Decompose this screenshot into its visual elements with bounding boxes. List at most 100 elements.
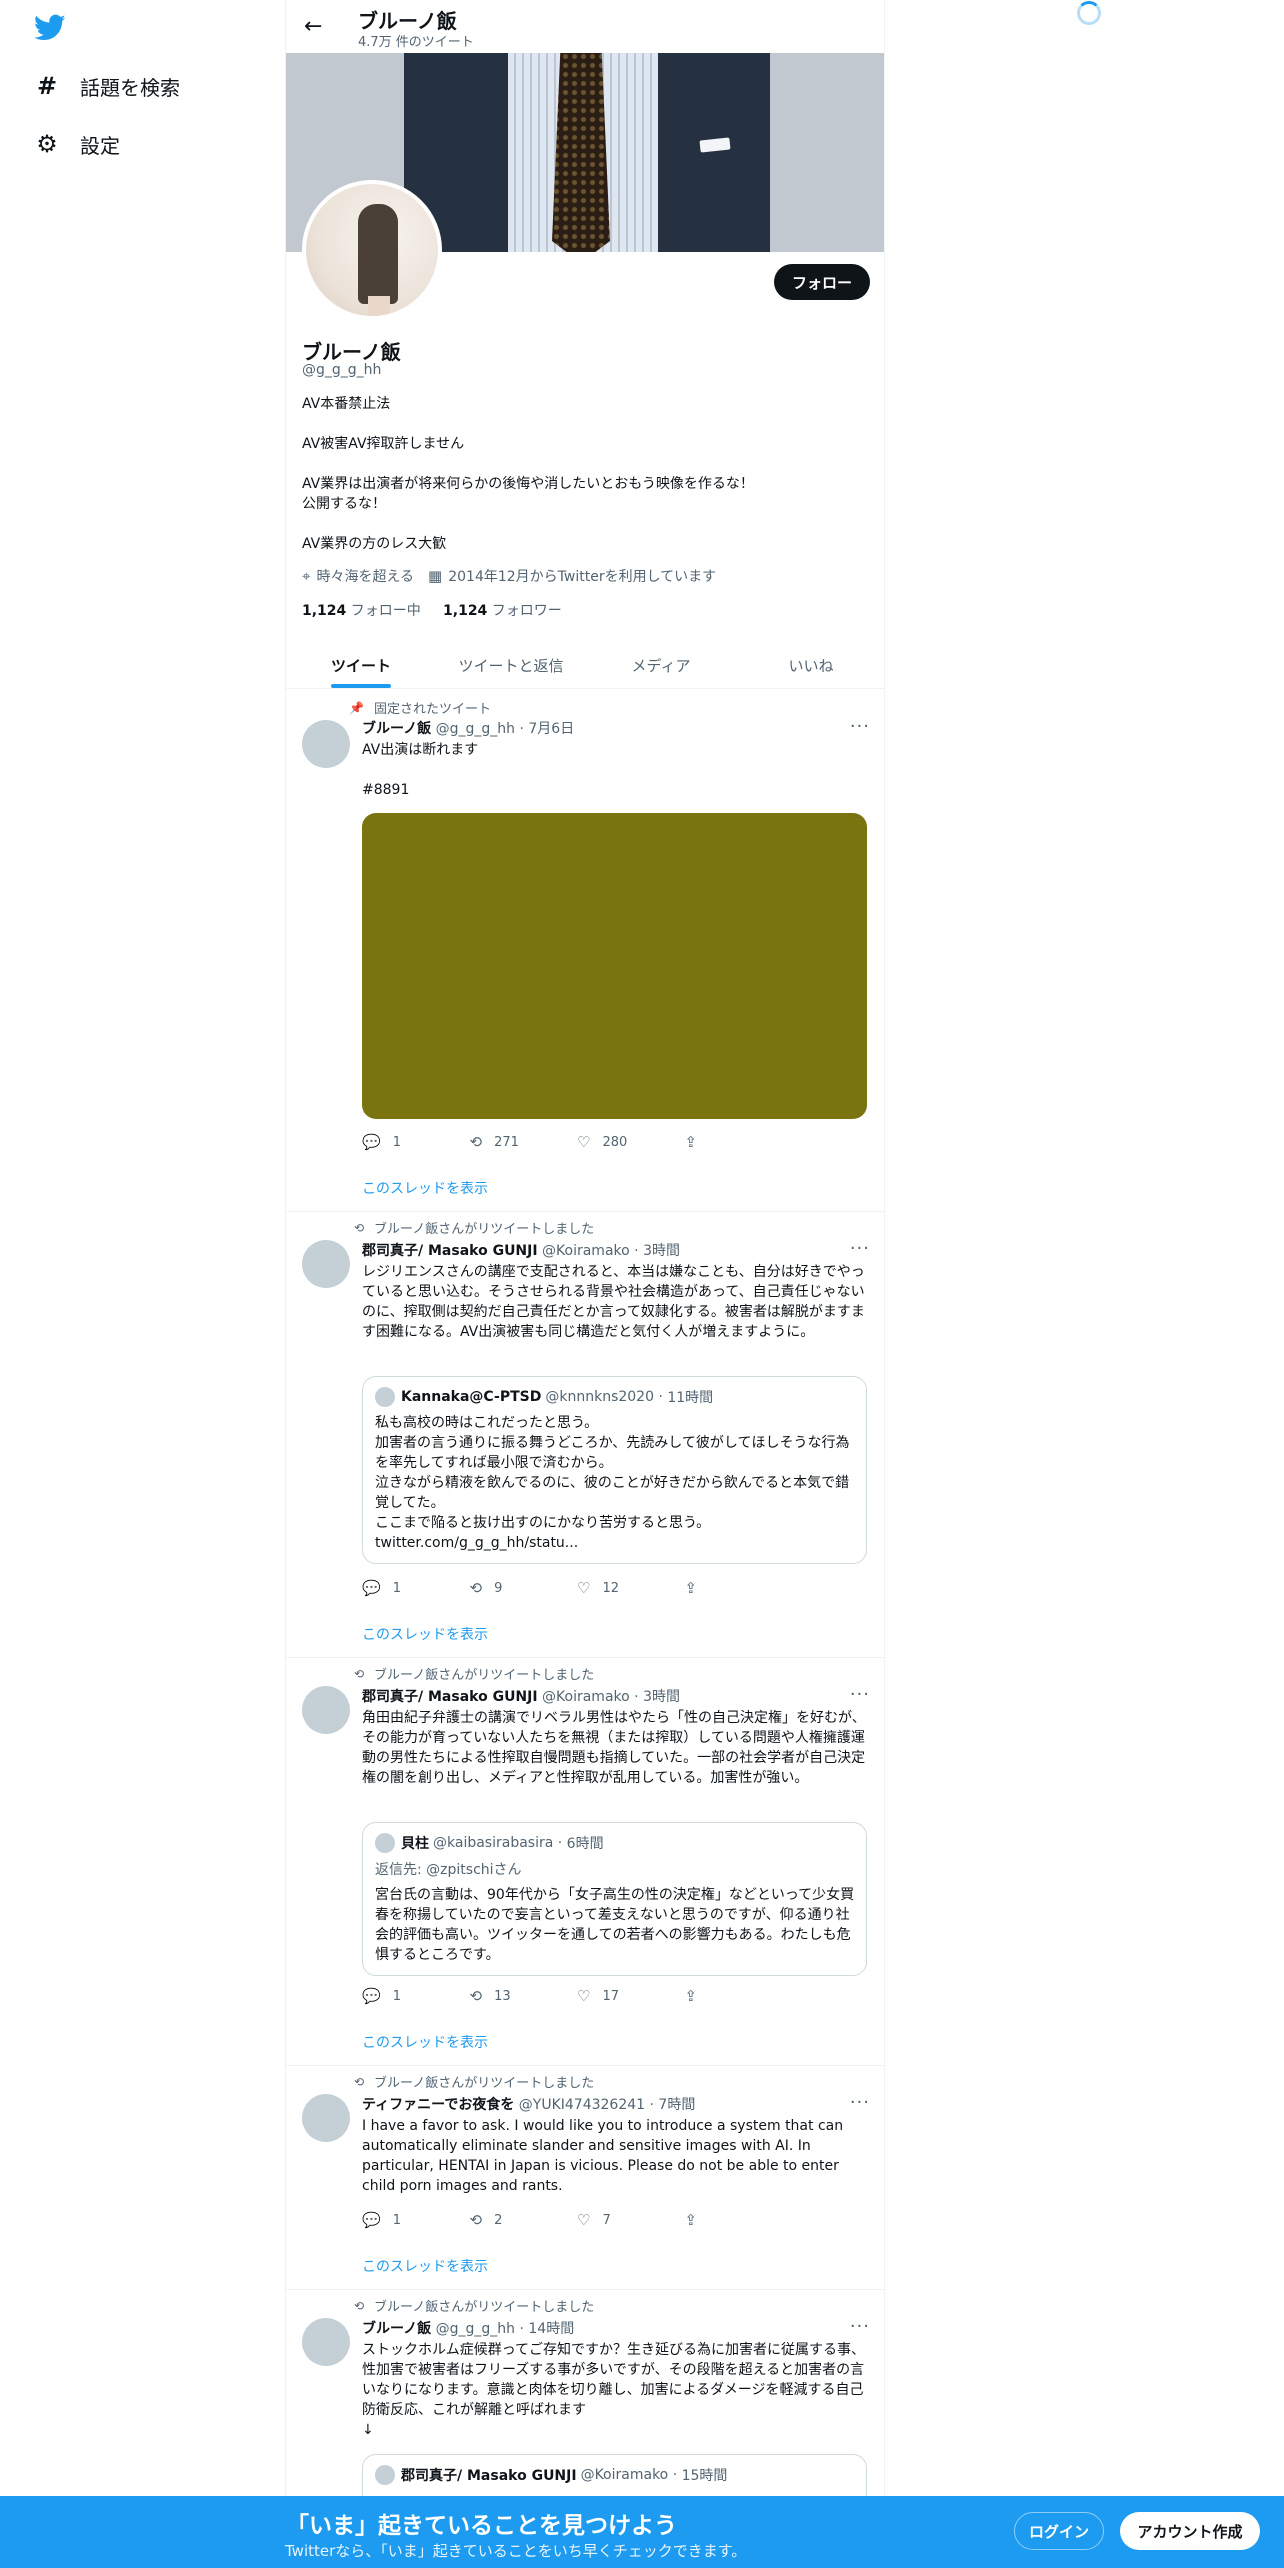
share-button[interactable]: ⇪ (685, 1579, 793, 1597)
following-label: フォロー中 (350, 603, 421, 619)
tweet-time[interactable]: 7時間 (658, 2097, 695, 2113)
retweet-button[interactable]: ⟲ 13 (470, 1987, 578, 2005)
tweet-social-context: ⟲ ブルーノ飯さんがリツイートしました (334, 1218, 594, 1238)
show-thread-link[interactable]: このスレッドを表示 (362, 2256, 488, 2276)
tab-media[interactable]: メディア (586, 643, 736, 688)
followers-link[interactable]: 1,124 フォロワー (443, 603, 562, 619)
more-icon[interactable]: ··· (850, 2092, 870, 2113)
login-button[interactable]: ログイン (1014, 2512, 1104, 2550)
tweet-text: AV出演は断れます #8891 (362, 740, 870, 800)
tweet[interactable]: ⟲ ブルーノ飯さんがリツイートしました 郡司真子/ Masako GUNJI @K… (286, 1212, 884, 1658)
show-thread-link[interactable]: このスレッドを表示 (362, 1624, 488, 1644)
tweet-time[interactable]: 3時間 (643, 1689, 680, 1705)
tweet-actions: 💬 1 ⟲ 13 ♡ 17 ⇪ (362, 1987, 792, 2005)
quote-avatar (375, 2465, 395, 2485)
tweet-avatar[interactable] (302, 2094, 350, 2142)
like-count: 7 (602, 2212, 611, 2228)
bio-line: AV業界の方のレス大歓 (302, 536, 447, 552)
tweet[interactable]: ⟲ ブルーノ飯さんがリツイートしました ティファニーでお夜食を @YUKI4743… (286, 2066, 884, 2290)
more-icon[interactable]: ··· (850, 716, 870, 737)
share-button[interactable]: ⇪ (685, 1987, 793, 2005)
calendar-icon: ▦ (428, 567, 443, 585)
follow-button[interactable]: フォロー (774, 264, 870, 300)
tweet-text: ストックホルム症候群ってご存知ですか？生き延びる為に加害者に従属する事、性加害で… (362, 2340, 870, 2440)
tweet-author-name[interactable]: ティファニーでお夜食を (362, 2097, 514, 2113)
tab-tweets-and-replies[interactable]: ツイートと返信 (436, 643, 586, 688)
reply-button[interactable]: 💬 1 (362, 1987, 470, 2005)
nav-settings[interactable]: ⚙ 設定 (34, 124, 120, 164)
retweet-button[interactable]: ⟲ 271 (470, 1133, 578, 1151)
social-text: ブルーノ飯さんがリツイートしました (374, 2300, 595, 2315)
bio-line: 公開するな！ (302, 496, 386, 512)
reply-count: 1 (392, 1580, 401, 1596)
retweet-button[interactable]: ⟲ 9 (470, 1579, 578, 1597)
signup-button[interactable]: アカウント作成 (1120, 2512, 1260, 2550)
quote-handle: @knnnkns2020 (545, 1389, 654, 1405)
show-thread-link[interactable]: このスレッドを表示 (362, 2032, 488, 2052)
tweet-time[interactable]: 3時間 (643, 1243, 680, 1259)
quote-reply-to: 返信先: @zpitschiさん (375, 1862, 522, 1878)
more-icon[interactable]: ··· (850, 1684, 870, 1705)
show-thread-link[interactable]: このスレッドを表示 (362, 1178, 488, 1198)
tweet-text: 角田由紀子弁護士の講演でリベラル男性はやたら「性の自己決定権」を好むが、その能力… (362, 1708, 870, 1788)
quoted-tweet[interactable]: Kannaka@C-PTSD @knnnkns2020 · 11時間 私も高校の時… (362, 1376, 867, 1564)
tweet[interactable]: ⟲ ブルーノ飯さんがリツイートしました 郡司真子/ Masako GUNJI @K… (286, 1658, 884, 2066)
quoted-tweet[interactable]: 貝柱 @kaibasirabasira · 6時間 返信先: @zpitschiさ… (362, 1822, 867, 1976)
share-button[interactable]: ⇪ (685, 2211, 793, 2229)
tweet-author-name[interactable]: 郡司真子/ Masako GUNJI (362, 1243, 538, 1259)
retweet-button[interactable]: ⟲ 2 (470, 2211, 578, 2229)
back-arrow-icon[interactable]: ← (304, 14, 322, 39)
tweet-text-line: AV出演は断れます (362, 742, 479, 758)
tweet-time[interactable]: 7月6日 (528, 721, 574, 737)
share-button[interactable]: ⇪ (685, 1133, 793, 1151)
profile-meta: ⌖ 時々海を超える ▦ 2014年12月からTwitterを利用しています (302, 566, 730, 586)
like-button[interactable]: ♡ 17 (577, 1987, 685, 2005)
tweet-avatar[interactable] (302, 720, 350, 768)
tab-likes[interactable]: いいね (736, 643, 884, 688)
like-button[interactable]: ♡ 280 (577, 1133, 685, 1151)
tweet-text-line (362, 760, 870, 780)
social-text: ブルーノ飯さんがリツイートしました (374, 1668, 595, 1683)
tweet-text-line: レジリエンスさんの講座で支配されると、本当は嫌なことも、自分は好きでやっていると… (362, 1264, 865, 1340)
tweet-avatar[interactable] (302, 1240, 350, 1288)
more-icon[interactable]: ··· (850, 2316, 870, 2337)
tab-tweets[interactable]: ツイート (286, 643, 436, 688)
quote-text-line: 宮台氏の言動は、90年代から「女子高生の性の決定権」などといって少女買春を称揚し… (375, 1887, 855, 1963)
tweet-actions: 💬 1 ⟲ 271 ♡ 280 ⇪ (362, 1133, 792, 1151)
like-button[interactable]: ♡ 7 (577, 2211, 685, 2229)
bio-line: AV本番禁止法 (302, 396, 391, 412)
tweet-time[interactable]: 14時間 (528, 2321, 574, 2337)
tweet-author-name[interactable]: 郡司真子/ Masako GUNJI (362, 1689, 538, 1705)
bottom-signup-bar: 「いま」起きていることを見つけよう Twitterなら、「いま」起きていることを… (0, 2496, 1284, 2568)
tweet-avatar[interactable] (302, 1686, 350, 1734)
bio-line: AV被害AV搾取許しません (302, 436, 465, 452)
more-icon[interactable]: ··· (850, 1238, 870, 1259)
retweet-icon: ⟲ (469, 1579, 483, 1597)
reply-button[interactable]: 💬 1 (362, 2211, 470, 2229)
tweet-text-line[interactable]: #8891 (362, 780, 870, 800)
retweet-count: 2 (494, 2212, 503, 2228)
heart-icon: ♡ (577, 1987, 591, 2005)
tweet[interactable]: 📌 固定されたツイート ブルーノ飯 @g_g_g_hh · 7月6日 ··· AV… (286, 690, 884, 1212)
retweet-icon: ⟲ (353, 2298, 364, 2313)
nav-settings-label: 設定 (80, 133, 120, 158)
like-count: 280 (602, 1134, 628, 1150)
tweet-avatar[interactable] (302, 2318, 350, 2366)
main-column: ← ブルーノ飯 4.7万 件のツイート フォロー ブルーノ飯 @g_g_g_hh… (285, 0, 885, 2568)
following-link[interactable]: 1,124 フォロー中 (302, 603, 421, 619)
like-count: 12 (602, 1580, 619, 1596)
profile-location: 時々海を超える (316, 569, 415, 585)
profile-avatar[interactable] (302, 180, 442, 320)
quote-link[interactable]: twitter.com/g_g_g_hh/statu... (375, 1533, 855, 1553)
reply-button[interactable]: 💬 1 (362, 1133, 470, 1151)
quote-author-name: 貝柱 (401, 1836, 429, 1852)
bottom-bar-title: 「いま」起きていることを見つけよう (286, 2513, 677, 2539)
tweet-media[interactable] (362, 813, 867, 1119)
reply-button[interactable]: 💬 1 (362, 1579, 470, 1597)
tweet-author-name[interactable]: ブルーノ飯 (362, 721, 431, 737)
like-button[interactable]: ♡ 12 (577, 1579, 685, 1597)
tweet-social-context: ⟲ ブルーノ飯さんがリツイートしました (334, 2072, 594, 2092)
twitter-logo-icon[interactable] (34, 14, 66, 42)
nav-explore[interactable]: # 話題を検索 (34, 66, 180, 106)
tweet-author-name[interactable]: ブルーノ飯 (362, 2321, 431, 2337)
